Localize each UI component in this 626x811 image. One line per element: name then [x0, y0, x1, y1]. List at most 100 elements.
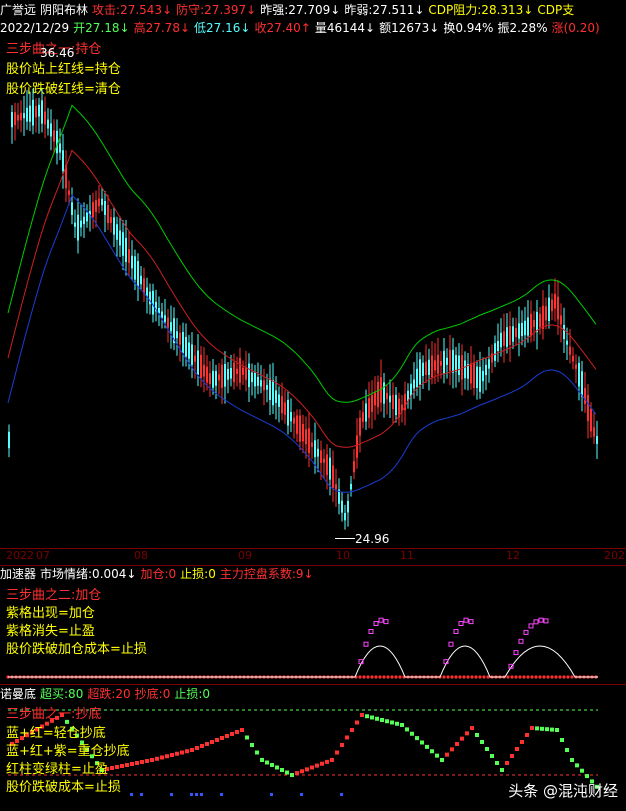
candle-body — [455, 355, 457, 372]
candle-body — [587, 395, 589, 421]
indicator1-purple-grid — [378, 617, 384, 623]
candle-body — [452, 349, 454, 373]
candle-body — [44, 111, 46, 125]
indicator1-purple-grid — [453, 629, 459, 635]
candle-body — [422, 362, 424, 376]
indicator2-step — [165, 754, 169, 759]
candle-body — [275, 390, 277, 403]
candle-body — [209, 373, 211, 385]
indicator2-step — [290, 773, 294, 777]
indicator1-header-item-3: 止损:0 — [180, 567, 216, 581]
time-axis-label-3: 09 — [238, 549, 252, 562]
candle-body — [38, 104, 40, 117]
candle-body — [527, 317, 529, 336]
candle-body — [143, 278, 145, 294]
indicator1-dot — [554, 675, 558, 679]
candle-body — [221, 364, 223, 388]
indicator2-note-1: 蓝+红=轻仓抄底 — [6, 726, 106, 741]
indicator2-step — [540, 726, 544, 731]
candle-body — [194, 355, 196, 362]
indicator2-step — [265, 760, 269, 765]
time-axis-label-2: 08 — [134, 549, 148, 562]
candle-body — [515, 328, 517, 337]
indicator2-blue-mark — [140, 793, 143, 796]
candle-body — [482, 370, 484, 382]
indicator1-header-item-4: 主力控盘系数:9↓ — [219, 567, 314, 581]
indicator2-step — [175, 751, 179, 756]
indicator2-note-4: 股价跌破成本=止损 — [6, 780, 121, 795]
time-axis-label-4: 10 — [336, 549, 350, 562]
indicator2-step — [500, 768, 504, 772]
candle-body — [347, 500, 349, 513]
indicator2-header-item-1: 超买:80 — [40, 687, 84, 701]
candle-body — [128, 249, 130, 263]
candle-body — [41, 100, 43, 124]
indicator1-dot — [482, 675, 486, 679]
indicator2-step — [295, 771, 299, 776]
indicator1-dot — [562, 675, 566, 679]
indicator2-step — [490, 754, 494, 758]
indicator1-header-item-1: 市场情绪:0.004↓ — [40, 567, 137, 581]
indicator2-step — [330, 758, 334, 762]
candle-body — [311, 442, 313, 447]
indicator2-step — [355, 720, 359, 725]
candle-body — [266, 385, 268, 390]
indicator1-dot — [462, 675, 466, 679]
indicator1-dot — [386, 675, 390, 679]
candle-body — [23, 113, 25, 119]
indicator2-step — [520, 740, 524, 744]
indicator1-dot — [558, 675, 562, 679]
indicator2-header-item-0: 诺曼底 — [0, 687, 37, 701]
candle-body — [74, 222, 76, 227]
indicator2-blue-mark — [340, 793, 343, 796]
indicator2-step — [525, 733, 529, 737]
axis-separator — [0, 548, 626, 549]
candle-body — [581, 371, 583, 397]
indicator2-overlay-title: 三步曲之一:抄底 — [6, 707, 102, 722]
candle-body — [542, 305, 544, 329]
candle-body — [584, 388, 586, 404]
candle-body — [359, 417, 361, 436]
candle-body — [383, 382, 385, 404]
candle-body — [434, 360, 436, 371]
indicator2-step — [470, 726, 474, 730]
indicator1-dot — [526, 675, 530, 679]
candle-body — [137, 261, 139, 287]
candle-body — [590, 408, 592, 432]
indicator2-step — [580, 768, 584, 773]
candle-body — [206, 366, 208, 383]
indicator2-step — [325, 759, 329, 764]
indicator2-step — [210, 740, 214, 744]
candle-body — [14, 112, 16, 126]
time-axis-label-0: 2022 — [6, 549, 34, 562]
indicator2-step — [215, 738, 219, 742]
candle-body — [20, 112, 22, 121]
indicator2-step — [405, 727, 409, 732]
time-axis-label-1: 07 — [36, 549, 50, 562]
indicator2-step — [375, 716, 379, 721]
candle-body — [233, 362, 235, 383]
candle-body — [563, 324, 565, 340]
indicator1-dot — [450, 675, 454, 679]
indicator2-step — [535, 726, 539, 731]
low-price-marker — [335, 538, 355, 539]
indicator1-purple-grid — [533, 619, 539, 625]
candle-body — [320, 450, 322, 463]
candle-body — [245, 366, 247, 380]
candle-body — [125, 237, 127, 263]
watermark: 头条 @混沌财经 — [508, 782, 618, 800]
candle-body — [425, 361, 427, 376]
indicator1-header: 加速器 市场情绪:0.004↓ 加仓:0 止损:0 主力控盘系数:9↓ — [0, 566, 318, 582]
indicator2-header: 诺曼底 超买:80 超跌:20 抄底:0 止损:0 — [0, 686, 214, 702]
candle-body — [479, 366, 481, 392]
indicator1-dot — [390, 675, 394, 679]
indicator1-header-item-2: 加仓:0 — [140, 567, 177, 581]
candle-body — [227, 368, 229, 380]
indicator1-dot — [566, 675, 570, 679]
indicator2-step — [560, 738, 564, 742]
candle-body — [473, 362, 475, 389]
indicator2-step — [125, 763, 129, 767]
candle-body — [116, 224, 118, 240]
indicator2-step — [485, 747, 489, 751]
indicator1-dot — [458, 675, 462, 679]
